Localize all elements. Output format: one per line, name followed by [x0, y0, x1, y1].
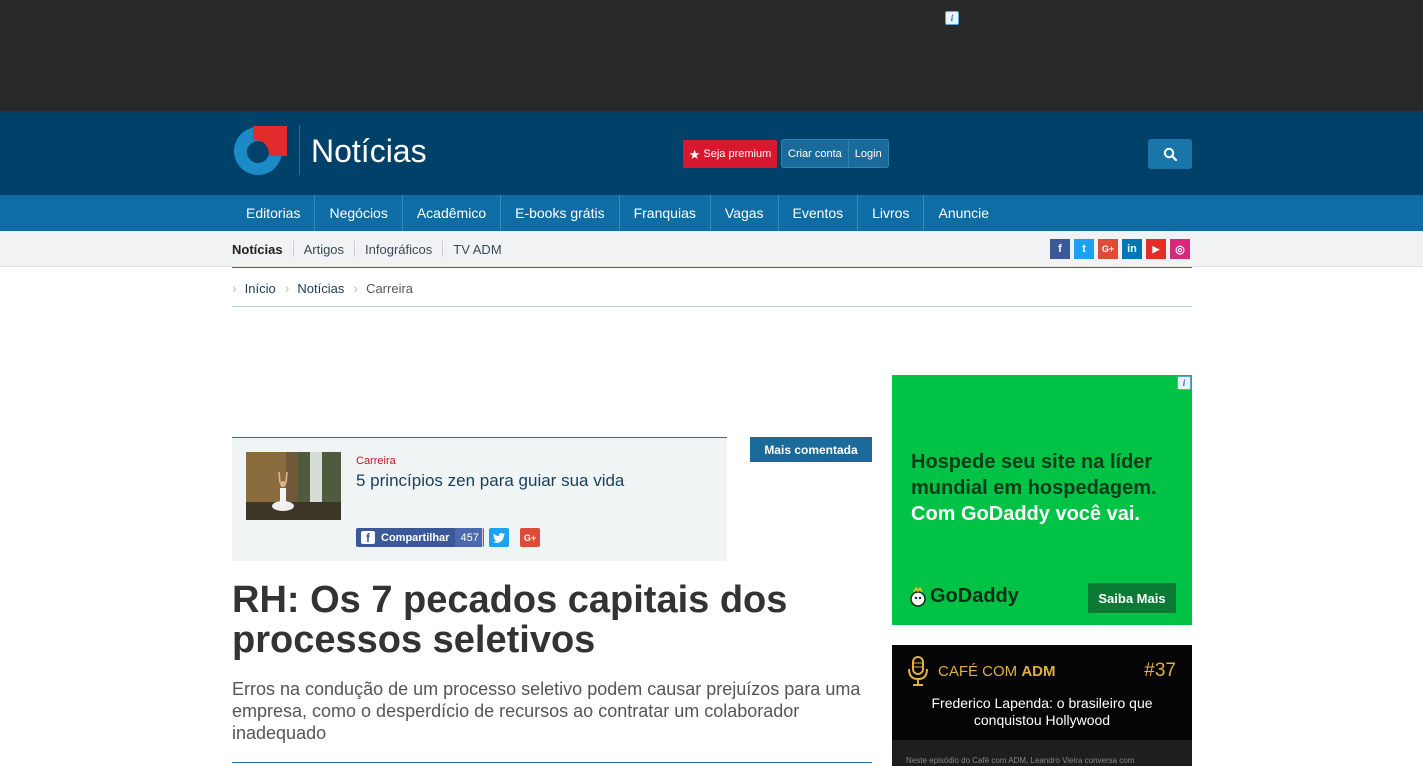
facebook-share-button[interactable]: f Compartilhar 457	[356, 528, 484, 547]
youtube-icon[interactable]: ▶	[1146, 239, 1166, 259]
premium-label: Seja premium	[703, 148, 772, 160]
facebook-icon: f	[361, 531, 375, 545]
sub-nav: Notícias Artigos Infográficos TV ADM f t…	[0, 231, 1423, 267]
google-plus-icon[interactable]: G+	[1098, 239, 1118, 259]
create-account-button[interactable]: Criar conta	[782, 140, 848, 167]
podcast-name: CAFÉ COM ADM	[938, 663, 1056, 680]
related-article-title[interactable]: 5 princípios zen para guiar sua vida	[356, 471, 624, 491]
instagram-icon[interactable]: ◎	[1170, 239, 1190, 259]
twitter-icon	[493, 532, 505, 543]
info-icon[interactable]: i	[1177, 376, 1191, 390]
nav-item-academico[interactable]: Acadêmico	[403, 195, 502, 231]
podcast-episode-title[interactable]: Frederico Lapenda: o brasileiro que conq…	[912, 695, 1172, 729]
nav-item-livros[interactable]: Livros	[858, 195, 925, 231]
chevron-right-icon: ›	[284, 280, 290, 296]
godaddy-logo: GoDaddy	[909, 585, 1019, 608]
breadcrumb: › Início › Notícias › Carreira	[232, 278, 413, 298]
podcast-footer: Neste episódio do Café com ADM, Leandro …	[892, 740, 1192, 766]
ad-line-2: mundial em hospedagem.	[911, 477, 1157, 499]
podcast-name-suffix: ADM	[1021, 663, 1056, 680]
article-subheading: Erros na condução de um processo seletiv…	[232, 679, 861, 743]
nav-item-negocios[interactable]: Negócios	[315, 195, 403, 231]
chevron-right-icon: ›	[353, 280, 359, 296]
godaddy-mascot-icon	[910, 586, 926, 607]
learn-more-button[interactable]: Saiba Mais	[1088, 583, 1176, 613]
podcast-description: Neste episódio do Café com ADM, Leandro …	[906, 756, 1135, 765]
article-divider	[232, 762, 872, 763]
related-article-thumbnail[interactable]	[246, 452, 341, 520]
site-header: Notícias ★ Seja premium Criar conta Logi…	[0, 111, 1423, 195]
account-button-group: Criar conta Login	[781, 139, 889, 168]
related-article-category[interactable]: Carreira	[356, 455, 396, 467]
most-commented-badge[interactable]: Mais comentada	[750, 437, 872, 462]
subnav-item-noticias[interactable]: Notícias	[232, 241, 293, 257]
share-count: 457	[455, 528, 484, 547]
nav-item-editorias[interactable]: Editorias	[232, 195, 316, 231]
site-logo[interactable]	[233, 126, 287, 176]
star-icon: ★	[688, 146, 701, 162]
sidebar-ad[interactable]: i Hospede seu site na líder mundial em h…	[892, 375, 1192, 625]
google-plus-share-button[interactable]: G+	[520, 528, 540, 547]
breadcrumb-top-rule	[232, 267, 1192, 268]
related-article-card: Carreira 5 princípios zen para guiar sua…	[232, 437, 727, 561]
ad-line-1: Hospede seu site na líder	[911, 451, 1153, 473]
nav-item-franquias[interactable]: Franquias	[620, 195, 711, 231]
nav-item-vagas[interactable]: Vagas	[711, 195, 779, 231]
twitter-share-button[interactable]	[489, 528, 509, 547]
subnav-item-tv-adm[interactable]: TV ADM	[442, 241, 511, 257]
facebook-icon[interactable]: f	[1050, 239, 1070, 259]
ad-line-3: Com GoDaddy você vai.	[911, 503, 1140, 525]
twitter-icon[interactable]: t	[1074, 239, 1094, 259]
chevron-right-icon: ›	[232, 280, 237, 296]
linkedin-icon[interactable]: in	[1122, 239, 1142, 259]
share-label: Compartilhar	[381, 531, 450, 544]
breadcrumb-noticias[interactable]: Notícias	[297, 281, 344, 296]
login-button[interactable]: Login	[847, 140, 888, 167]
main-nav: Editorias Negócios Acadêmico E-books grá…	[0, 195, 1423, 231]
search-icon	[1163, 147, 1177, 161]
breadcrumb-current: Carreira	[366, 280, 414, 296]
microphone-icon	[908, 656, 928, 686]
godaddy-logo-text: GoDaddy	[930, 585, 1019, 607]
logo-divider	[299, 125, 300, 175]
ad-copy: Hospede seu site na líder mundial em hos…	[911, 449, 1186, 527]
nav-item-ebooks[interactable]: E-books grátis	[501, 195, 620, 231]
article-headline: RH: Os 7 pecados capitais dos processos …	[232, 579, 788, 661]
top-ad-banner[interactable]: i	[0, 0, 1423, 111]
podcast-episode-number: #37	[1144, 660, 1176, 681]
info-icon[interactable]: i	[945, 11, 959, 25]
search-button[interactable]	[1148, 139, 1192, 169]
podcast-widget[interactable]: CAFÉ COM ADM #37 Frederico Lapenda: o br…	[892, 645, 1192, 766]
subnav-item-infograficos[interactable]: Infográficos	[354, 241, 442, 257]
breadcrumb-inicio[interactable]: Início	[245, 281, 276, 296]
breadcrumb-bottom-rule	[232, 306, 1192, 307]
share-divider	[482, 528, 483, 547]
podcast-name-prefix: CAFÉ COM	[938, 663, 1022, 680]
subnav-item-artigos[interactable]: Artigos	[292, 241, 354, 257]
premium-button[interactable]: ★ Seja premium	[683, 140, 777, 168]
nav-item-anuncie[interactable]: Anuncie	[924, 195, 1003, 231]
nav-item-eventos[interactable]: Eventos	[779, 195, 859, 231]
page-title[interactable]: Notícias	[311, 133, 427, 169]
social-links: f t G+ in ▶ ◎	[1050, 239, 1190, 259]
